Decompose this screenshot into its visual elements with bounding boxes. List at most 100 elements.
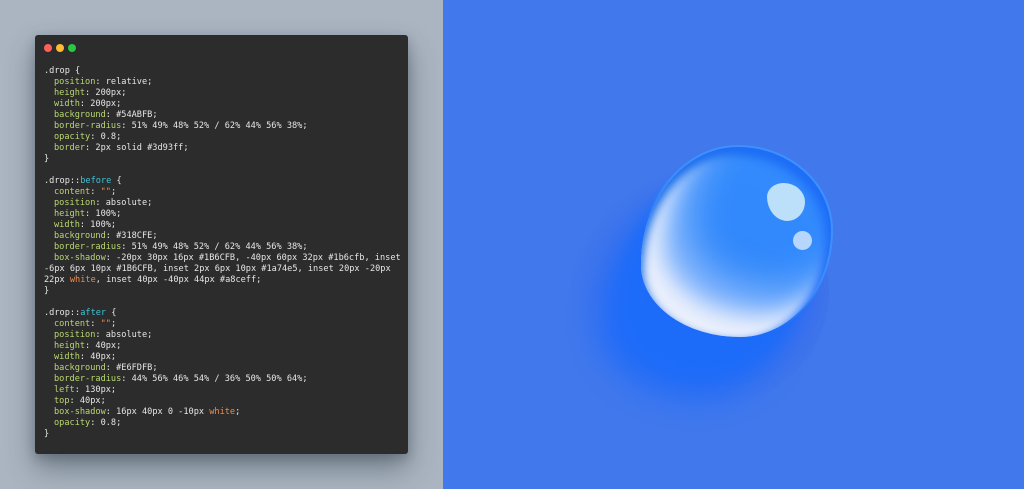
code-token: : 0.8; bbox=[90, 418, 122, 428]
code-token: "" bbox=[100, 187, 111, 197]
code-line: position: absolute; bbox=[44, 198, 402, 209]
code-line: border: 2px solid #3d93ff; bbox=[44, 143, 402, 154]
code-token: .drop:: bbox=[44, 176, 81, 186]
code-token: width bbox=[54, 220, 80, 230]
code-token: before bbox=[80, 176, 112, 186]
code-token: : #54ABFB; bbox=[105, 110, 158, 120]
code-line: position: relative; bbox=[44, 77, 402, 88]
minimize-icon[interactable] bbox=[56, 44, 64, 52]
code-line: content: ""; bbox=[44, 319, 402, 330]
code-token: : 200px; bbox=[85, 88, 127, 98]
code-token: : #318CFE; bbox=[105, 231, 158, 241]
code-token: : -20px 30px 16px #1B6CFB, -40px 60px 32… bbox=[105, 253, 401, 263]
code-line: width: 100%; bbox=[44, 220, 402, 231]
code-line: -6px 6px 10px #1B6CFB, inset 2px 6px 10p… bbox=[44, 264, 402, 275]
code-line: .drop::after { bbox=[44, 308, 402, 319]
code-token: : 2px solid #3d93ff; bbox=[85, 143, 189, 153]
code-line: .drop::before { bbox=[44, 176, 402, 187]
code-token: : 44% 56% 46% 54% / 36% 50% 50% 64%; bbox=[121, 374, 308, 384]
code-token: : 100%; bbox=[85, 209, 122, 219]
zoom-icon[interactable] bbox=[68, 44, 76, 52]
code-token: : 200px; bbox=[79, 99, 122, 109]
code-token: } bbox=[44, 154, 50, 164]
code-token: : absolute; bbox=[95, 198, 153, 208]
code-token: ; bbox=[110, 319, 117, 329]
code-line: width: 200px; bbox=[44, 99, 402, 110]
code-line: background: #54ABFB; bbox=[44, 110, 402, 121]
code-line: height: 100%; bbox=[44, 209, 402, 220]
code-line: top: 40px; bbox=[44, 396, 402, 407]
code-token: width bbox=[54, 352, 80, 362]
code-token: : absolute; bbox=[95, 330, 153, 340]
code-token: left bbox=[54, 385, 75, 395]
code-token: white bbox=[69, 275, 96, 285]
code-token: : 16px 40px 0 -10px bbox=[105, 407, 210, 417]
code-token: background bbox=[54, 363, 106, 373]
code-line: background: #318CFE; bbox=[44, 231, 402, 242]
code-token: background bbox=[54, 110, 106, 120]
code-line: height: 200px; bbox=[44, 88, 402, 99]
close-icon[interactable] bbox=[44, 44, 52, 52]
code-token: : 40px; bbox=[85, 341, 122, 351]
code-line: box-shadow: 16px 40px 0 -10px white; bbox=[44, 407, 402, 418]
code-line: opacity: 0.8; bbox=[44, 418, 402, 429]
code-token: .drop { bbox=[44, 66, 81, 76]
code-token: after bbox=[80, 308, 107, 318]
code-token: position bbox=[54, 330, 96, 340]
code-token: { bbox=[111, 176, 122, 186]
code-line: box-shadow: -20px 30px 16px #1B6CFB, -40… bbox=[44, 253, 402, 264]
code-token: border-radius bbox=[54, 242, 122, 252]
code-token: : relative; bbox=[95, 77, 153, 87]
code-token: : 40px; bbox=[69, 396, 106, 406]
code-token: content bbox=[54, 319, 91, 329]
code-token: : 130px; bbox=[74, 385, 117, 395]
code-editor-window: .drop {position: relative; height: 200px;… bbox=[35, 35, 408, 454]
code-token: , inset 40px -40px 44px #a8ceff; bbox=[95, 275, 262, 285]
code-token: { bbox=[106, 308, 117, 318]
code-token: .drop:: bbox=[44, 308, 81, 318]
code-line: border-radius: 51% 49% 48% 52% / 62% 44%… bbox=[44, 121, 402, 132]
window-controls bbox=[44, 44, 76, 52]
code-token: : 51% 49% 48% 52% / 62% 44% 56% 38%; bbox=[121, 121, 308, 131]
code-token: position bbox=[54, 77, 96, 87]
code-token: top bbox=[54, 396, 70, 406]
code-line: left: 130px; bbox=[44, 385, 402, 396]
code-line: background: #E6FDFB; bbox=[44, 363, 402, 374]
code-token: box-shadow bbox=[54, 407, 106, 417]
code-token: opacity bbox=[54, 418, 91, 428]
code-line: width: 40px; bbox=[44, 352, 402, 363]
code-token: content bbox=[54, 187, 91, 197]
code-line: content: ""; bbox=[44, 187, 402, 198]
code-token: : 40px; bbox=[79, 352, 117, 362]
code-line: opacity: 0.8; bbox=[44, 132, 402, 143]
code-token: : #E6FDFB; bbox=[105, 363, 158, 373]
code-token: } bbox=[44, 286, 50, 296]
code-token: : 0.8; bbox=[90, 132, 122, 142]
code-token: "" bbox=[100, 319, 111, 329]
code-token: position bbox=[54, 198, 96, 208]
code-line: height: 40px; bbox=[44, 341, 402, 352]
code-token: 22px bbox=[44, 275, 70, 285]
code-token: ; bbox=[110, 187, 117, 197]
code-line: } bbox=[44, 154, 402, 165]
drop-highlight-small bbox=[793, 231, 812, 250]
code-line: 22px white, inset 40px -40px 44px #a8cef… bbox=[44, 275, 402, 286]
code-token: border-radius bbox=[54, 374, 122, 384]
code-line: .drop { bbox=[44, 66, 402, 77]
code-token: box-shadow bbox=[54, 253, 106, 263]
code-token: border-radius bbox=[54, 121, 122, 131]
code-line: } bbox=[44, 429, 402, 440]
code-token: opacity bbox=[54, 132, 91, 142]
code-token: width bbox=[54, 99, 80, 109]
code-token: : 100%; bbox=[79, 220, 117, 230]
code-token: : bbox=[90, 319, 101, 329]
code-token: : 51% 49% 48% 52% / 62% 44% 56% 38%; bbox=[121, 242, 308, 252]
code-token: height bbox=[54, 88, 86, 98]
code-token: background bbox=[54, 231, 106, 241]
code-line: border-radius: 44% 56% 46% 54% / 36% 50%… bbox=[44, 374, 402, 385]
code-token: : bbox=[90, 187, 101, 197]
code-line: position: absolute; bbox=[44, 330, 402, 341]
code-token: border bbox=[54, 143, 86, 153]
